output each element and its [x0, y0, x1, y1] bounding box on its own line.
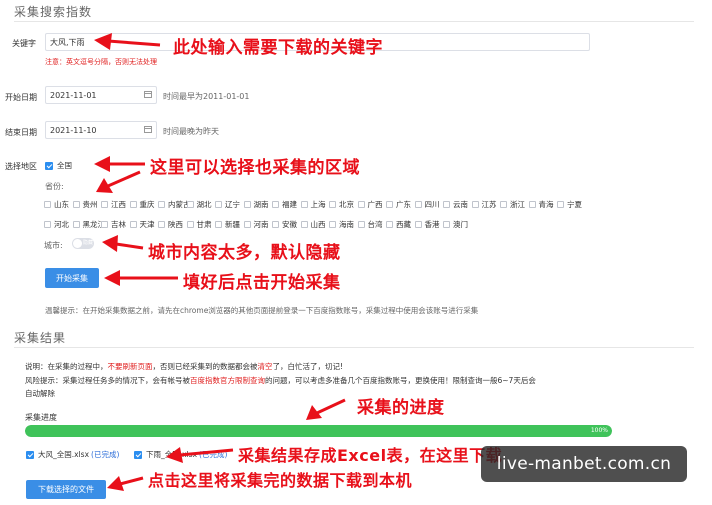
- annotation-keyword: 此处输入需要下载的关键字: [173, 38, 383, 58]
- arrow-head-icon: [102, 235, 118, 252]
- arrow-icon: [115, 242, 144, 250]
- arrow-head-icon: [94, 156, 110, 172]
- annotation-progress: 采集的进度: [357, 398, 445, 418]
- arrow-head-icon: [94, 33, 112, 50]
- annotation-city: 城市内容太多，默认隐藏: [148, 243, 341, 263]
- annotation-arrows: [94, 33, 346, 491]
- annotation-download: 点击这里将采集完的数据下载到本机: [148, 471, 413, 490]
- annotation-region: 这里可以选择也采集的区域: [150, 158, 360, 178]
- arrow-head-icon: [166, 447, 183, 463]
- arrow-icon: [316, 398, 346, 415]
- watermark: live-manbet.com.cn: [481, 446, 687, 482]
- arrow-icon: [119, 476, 144, 486]
- arrow-icon: [107, 39, 161, 47]
- annotation-excel: 采集结果存成Excel表，在这里下载: [238, 446, 503, 465]
- arrow-icon: [179, 448, 234, 457]
- arrow-head-icon: [104, 270, 120, 286]
- arrow-head-icon: [107, 476, 124, 491]
- arrow-icon: [107, 170, 141, 188]
- annotation-start: 填好后点击开始采集: [183, 273, 341, 293]
